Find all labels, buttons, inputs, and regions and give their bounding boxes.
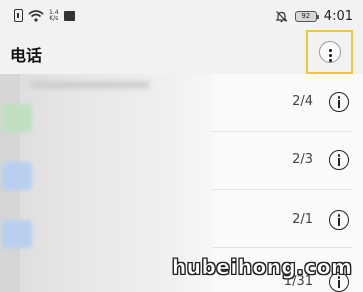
more-vertical-icon [318, 41, 341, 63]
battery-indicator: 92 [294, 11, 319, 22]
status-left: 1.4 K/s [14, 9, 75, 22]
status-bar: 1.4 K/s 92 4:01 [0, 0, 363, 34]
call-log-row[interactable]: 2/1 [0, 190, 363, 248]
sim-card-icon [14, 9, 23, 22]
watermark: hubeihong.com [172, 255, 353, 280]
call-date: 2/3 [292, 152, 313, 167]
clock: 4:01 [323, 9, 353, 24]
notification-image-icon [63, 10, 75, 21]
call-log-row[interactable]: 2/4 [0, 74, 363, 132]
call-log-row[interactable]: 2/3 [0, 132, 363, 190]
network-speed: 1.4 K/s [49, 9, 59, 22]
info-icon[interactable] [329, 150, 349, 170]
info-icon[interactable] [329, 210, 349, 230]
call-date: 2/4 [292, 94, 313, 109]
info-icon[interactable] [329, 92, 349, 112]
call-date: 2/1 [292, 212, 313, 227]
more-options-button[interactable] [306, 30, 353, 74]
page-title: 电话 [10, 46, 43, 65]
bell-off-icon [275, 11, 288, 23]
phone-screen: 1.4 K/s 92 4:01 电话 2/4 2/3 2/1 1/31 hube… [0, 0, 363, 292]
status-right: 92 4:01 [275, 9, 353, 24]
network-speed-unit: K/s [49, 14, 59, 22]
wifi-icon [28, 9, 44, 22]
